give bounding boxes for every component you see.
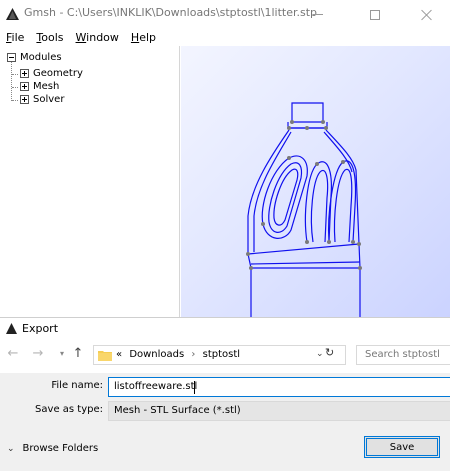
bottle-model <box>246 102 362 318</box>
tree-connector <box>12 100 18 101</box>
browse-folders-toggle[interactable]: ⌄ Browse Folders <box>7 443 98 454</box>
expand-icon[interactable] <box>20 69 29 78</box>
collapse-icon[interactable] <box>7 53 16 62</box>
tree-connector <box>11 62 12 101</box>
tree-item-geometry[interactable]: Geometry <box>20 68 83 79</box>
menu-tools-label: ools <box>41 31 64 44</box>
menu-window-label: indow <box>86 31 119 44</box>
menu-window[interactable]: Window <box>76 31 119 44</box>
search-input[interactable]: Search stptostl <box>356 345 450 365</box>
menu-file-label: ile <box>11 31 25 44</box>
search-placeholder: Search stptostl <box>365 349 440 360</box>
module-tree: Modules Geometry Mesh Solver <box>0 46 180 318</box>
breadcrumb-downloads[interactable]: Downloads <box>129 349 184 360</box>
breadcrumb-stptostl[interactable]: stptostl <box>203 349 240 360</box>
gmsh-title-bar: Gmsh - C:\Users\INKLIK\Downloads\stptost… <box>0 0 450 29</box>
folder-icon <box>98 351 112 361</box>
forward-button[interactable]: → <box>30 345 46 363</box>
menu-help-mnemonic: H <box>130 31 140 44</box>
close-button[interactable] <box>404 0 450 29</box>
tree-item-label: Mesh <box>33 81 60 92</box>
graphics-viewport[interactable] <box>181 46 450 318</box>
minimize-button[interactable] <box>295 0 341 29</box>
breadcrumb: « Downloads › stptostl <box>116 349 240 360</box>
text-caret <box>194 381 195 394</box>
browse-folders-label: Browse Folders <box>22 443 99 454</box>
dialog-title: Export <box>22 322 59 335</box>
menu-window-mnemonic: W <box>75 31 87 44</box>
save-button[interactable]: Save <box>364 436 440 458</box>
file-name-input[interactable]: listoffreeware.stl <box>108 377 450 397</box>
forward-arrow-icon: → <box>32 346 44 361</box>
tree-item-solver[interactable]: Solver <box>20 94 64 105</box>
tree-item-label: Solver <box>33 94 65 105</box>
tree-item-label: Modules <box>20 52 62 63</box>
navigation-bar: ← → ▾ ↑ « Downloads › stptostl ⌄ ↻ Searc… <box>0 343 450 367</box>
dialog-footer: ⌄ Browse Folders Save <box>0 428 450 471</box>
export-title-bar: Export <box>0 318 450 340</box>
save-type-select[interactable]: Mesh - STL Surface (*.stl) <box>108 401 450 421</box>
chevron-down-icon: ▾ <box>59 349 64 358</box>
window-title: Gmsh - C:\Users\INKLIK\Downloads\stptost… <box>24 6 318 19</box>
expand-icon[interactable] <box>20 82 29 91</box>
refresh-icon[interactable]: ↻ <box>325 346 334 359</box>
maximize-icon <box>370 9 380 20</box>
save-button-label: Save <box>389 441 415 453</box>
file-name-value: listoffreeware.stl <box>114 381 198 392</box>
tree-item-modules[interactable]: Modules <box>7 52 62 63</box>
file-fields: File name: listoffreeware.stl Save as ty… <box>0 373 450 428</box>
menu-help[interactable]: Help <box>131 31 156 44</box>
export-dialog: Export ← → ▾ ↑ « Downloads › stptostl ⌄ … <box>0 317 450 471</box>
menu-help-label: elp <box>139 31 157 44</box>
chevron-down-icon: ⌄ <box>7 443 15 454</box>
back-button[interactable]: ← <box>5 345 21 363</box>
up-arrow-icon: ↑ <box>72 346 84 361</box>
menu-tools[interactable]: Tools <box>36 31 63 44</box>
tree-connector <box>12 74 18 75</box>
minimize-icon <box>313 14 323 15</box>
gmsh-app-icon <box>6 8 19 20</box>
breadcrumb-separator-icon: › <box>191 349 196 360</box>
tree-item-mesh[interactable]: Mesh <box>20 81 59 92</box>
expand-icon[interactable] <box>20 95 29 104</box>
up-folder-button[interactable]: ↑ <box>70 345 86 363</box>
menu-file[interactable]: File <box>6 31 24 44</box>
address-dropdown-icon[interactable]: ⌄ <box>316 349 324 359</box>
tree-item-label: Geometry <box>33 68 83 79</box>
maximize-button[interactable] <box>352 0 398 29</box>
address-bar[interactable]: « Downloads › stptostl ⌄ <box>93 345 346 365</box>
gmsh-app-icon <box>6 323 17 334</box>
breadcrumb-overflow[interactable]: « <box>116 349 122 360</box>
back-arrow-icon: ← <box>7 346 19 361</box>
save-type-value: Mesh - STL Surface (*.stl) <box>114 405 241 416</box>
close-icon <box>421 9 433 21</box>
menu-bar: File Tools Window Help <box>0 29 450 46</box>
tree-connector <box>12 87 18 88</box>
file-name-label: File name: <box>51 380 103 391</box>
save-type-label: Save as type: <box>35 404 103 415</box>
recent-locations-button[interactable]: ▾ <box>54 345 70 363</box>
